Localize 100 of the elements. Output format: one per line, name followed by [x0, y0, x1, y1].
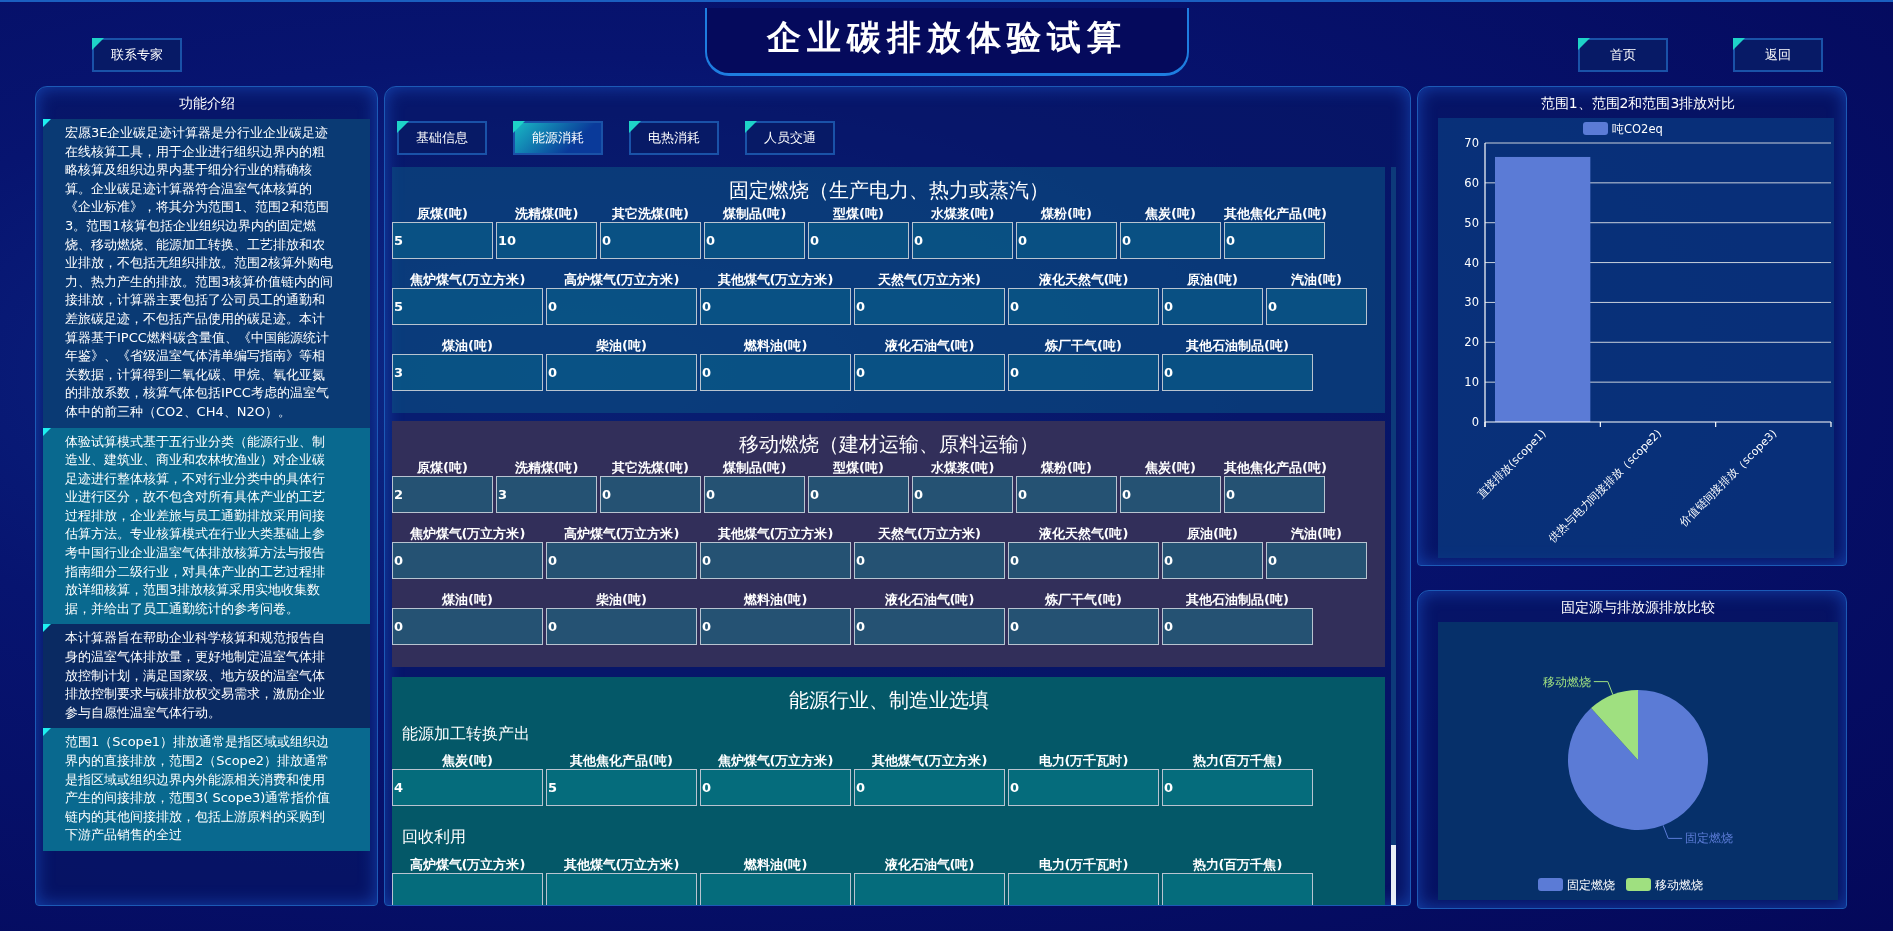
input-field[interactable]: 0 [1120, 222, 1221, 259]
input-field[interactable]: 0 [700, 769, 851, 807]
field-label: 焦炉煤气(万立方米) [408, 271, 527, 288]
page-title: 企业碳排放体验试算 [704, 8, 1189, 76]
input-field[interactable]: 0 [912, 222, 1013, 259]
input-field[interactable]: 0 [1008, 769, 1159, 807]
input-field[interactable]: 0 [808, 222, 909, 259]
input-field[interactable] [392, 872, 543, 905]
axis-tick-label: 40 [1464, 255, 1479, 270]
input-field[interactable]: 0 [1008, 542, 1159, 579]
intro-paragraph: 体验试算模式基于五行业分类（能源行业、制造业、建筑业、商业和农林牧渔业）对企业碳足迹进行整体核算，不对行业分类中的具体行业进行区分，故不包含对所有具体产业的工艺过程排放，企业差旅与员工通勤排放采用间接估算方法。专业核算模式在行业大类基础上参考中国行业企业温室气体排放核算方法与报告指南细分二级行业，对具体产业的工艺过程排放详细核算，范围3排放核算采用实地收集数据，并给出了员工通勤统计的参考问卷。 [43, 427, 370, 625]
input-field[interactable]: 0 [1008, 608, 1159, 645]
input-field[interactable] [700, 872, 851, 905]
input-field[interactable]: 3 [392, 354, 543, 391]
input-field[interactable]: 0 [854, 354, 1005, 391]
input-field[interactable]: 0 [600, 476, 701, 513]
input-field[interactable]: 2 [392, 476, 493, 513]
field-label: 液化天然气(吨) [1037, 525, 1130, 542]
input-field[interactable]: 0 [546, 608, 697, 645]
intro-paragraph: 本计算器旨在帮助企业科学核算和规范报告自身的温室气体排放量，更好地制定温室气体排放控制计划，满足国家级、地方级的温室气体排放控制要求与碳排放权交易需求，激励企业参与自愿性温室气体行动。 [43, 624, 370, 729]
legend-swatch[interactable] [1538, 878, 1563, 891]
field-label: 原油(吨) [1186, 271, 1239, 288]
input-field[interactable]: 5 [392, 288, 543, 325]
scrollbar[interactable] [1391, 167, 1396, 905]
field-label: 其它洗煤(吨) [611, 205, 690, 222]
legend-swatch[interactable] [1626, 878, 1651, 891]
contact-expert-button[interactable]: 联系专家 [92, 38, 182, 72]
field-label: 燃料油(吨) [742, 591, 809, 608]
input-field[interactable]: 0 [1016, 222, 1117, 259]
axis-tick-label: 10 [1464, 375, 1479, 390]
input-field[interactable] [1008, 872, 1159, 905]
leader-line [1662, 824, 1683, 839]
input-field[interactable]: 10 [496, 222, 597, 259]
input-field[interactable]: 0 [1016, 476, 1117, 513]
input-field[interactable] [546, 872, 697, 905]
input-field[interactable] [1162, 872, 1313, 905]
input-field[interactable]: 0 [1162, 542, 1263, 579]
input-field[interactable]: 4 [392, 769, 543, 807]
input-field[interactable]: 0 [600, 222, 701, 259]
field-label: 水煤浆(吨) [929, 459, 996, 476]
input-field[interactable]: 0 [1162, 288, 1263, 325]
input-field[interactable]: 5 [392, 222, 493, 259]
input-field[interactable]: 0 [1266, 542, 1367, 579]
field-label: 柴油(吨) [595, 337, 648, 354]
input-field[interactable]: 0 [700, 542, 851, 579]
tab[interactable]: 能源消耗 [513, 121, 603, 155]
input-field[interactable]: 0 [392, 608, 543, 645]
input-field[interactable]: 0 [854, 608, 1005, 645]
nav-button[interactable]: 首页 [1578, 38, 1668, 72]
input-field[interactable]: 0 [1224, 222, 1325, 259]
field-label: 高炉煤气(万立方米) [562, 271, 681, 288]
input-field[interactable]: 0 [1120, 476, 1221, 513]
input-field[interactable]: 0 [700, 608, 851, 645]
input-field[interactable]: 0 [546, 542, 697, 579]
field-label: 其他煤气(万立方米) [716, 271, 835, 288]
input-field[interactable]: 0 [700, 354, 851, 391]
legend-label[interactable]: 移动燃烧 [1655, 878, 1703, 892]
input-field[interactable]: 0 [808, 476, 909, 513]
field-label: 液化石油气(吨) [883, 591, 976, 608]
input-field[interactable]: 0 [700, 288, 851, 325]
field-label: 煤制品(吨) [721, 459, 788, 476]
field-label: 天然气(万立方米) [877, 525, 982, 542]
input-field[interactable]: 0 [1266, 288, 1367, 325]
input-field[interactable] [854, 872, 1005, 905]
leader-line [1593, 681, 1614, 696]
input-field[interactable]: 0 [854, 542, 1005, 579]
input-field[interactable]: 0 [1162, 608, 1313, 645]
input-field[interactable]: 0 [1008, 354, 1159, 391]
input-field[interactable]: 0 [854, 288, 1005, 325]
tab[interactable]: 电热消耗 [629, 121, 719, 155]
input-field[interactable]: 0 [392, 542, 543, 579]
input-field[interactable]: 0 [912, 476, 1013, 513]
field-label: 炼厂干气(吨) [1044, 337, 1123, 354]
tab[interactable]: 基础信息 [397, 121, 487, 155]
scrollbar-thumb[interactable] [1391, 845, 1396, 905]
input-field[interactable]: 3 [496, 476, 597, 513]
input-field[interactable]: 0 [546, 288, 697, 325]
input-field[interactable]: 0 [1224, 476, 1325, 513]
nav-button[interactable]: 返回 [1733, 38, 1823, 72]
input-field[interactable]: 5 [546, 769, 697, 807]
input-field[interactable]: 0 [1162, 769, 1313, 807]
subsection-title: 能源加工转换产出 [401, 724, 531, 745]
input-field[interactable]: 0 [546, 354, 697, 391]
field-label: 煤粉(吨) [1040, 459, 1093, 476]
field-label: 煤制品(吨) [721, 205, 788, 222]
input-field[interactable]: 0 [704, 476, 805, 513]
input-field[interactable]: 0 [704, 222, 805, 259]
input-field[interactable]: 0 [1008, 288, 1159, 325]
input-field[interactable]: 0 [1162, 354, 1313, 391]
section-title: 移动燃烧（建材运输、原料运输） [737, 433, 1040, 455]
axis-tick-label: 60 [1464, 175, 1479, 190]
field-label: 热力(百万千焦) [1191, 752, 1284, 770]
axis-tick-label: 0 [1471, 415, 1479, 429]
input-field[interactable]: 0 [854, 769, 1005, 807]
axis-tick-label: 20 [1464, 335, 1479, 350]
tab[interactable]: 人员交通 [745, 121, 835, 155]
field-label: 水煤浆(吨) [929, 205, 996, 222]
field-label: 其他煤气(万立方米) [870, 752, 989, 770]
legend-label[interactable]: 固定燃烧 [1567, 878, 1615, 892]
field-label: 焦炉煤气(万立方米) [408, 525, 527, 542]
